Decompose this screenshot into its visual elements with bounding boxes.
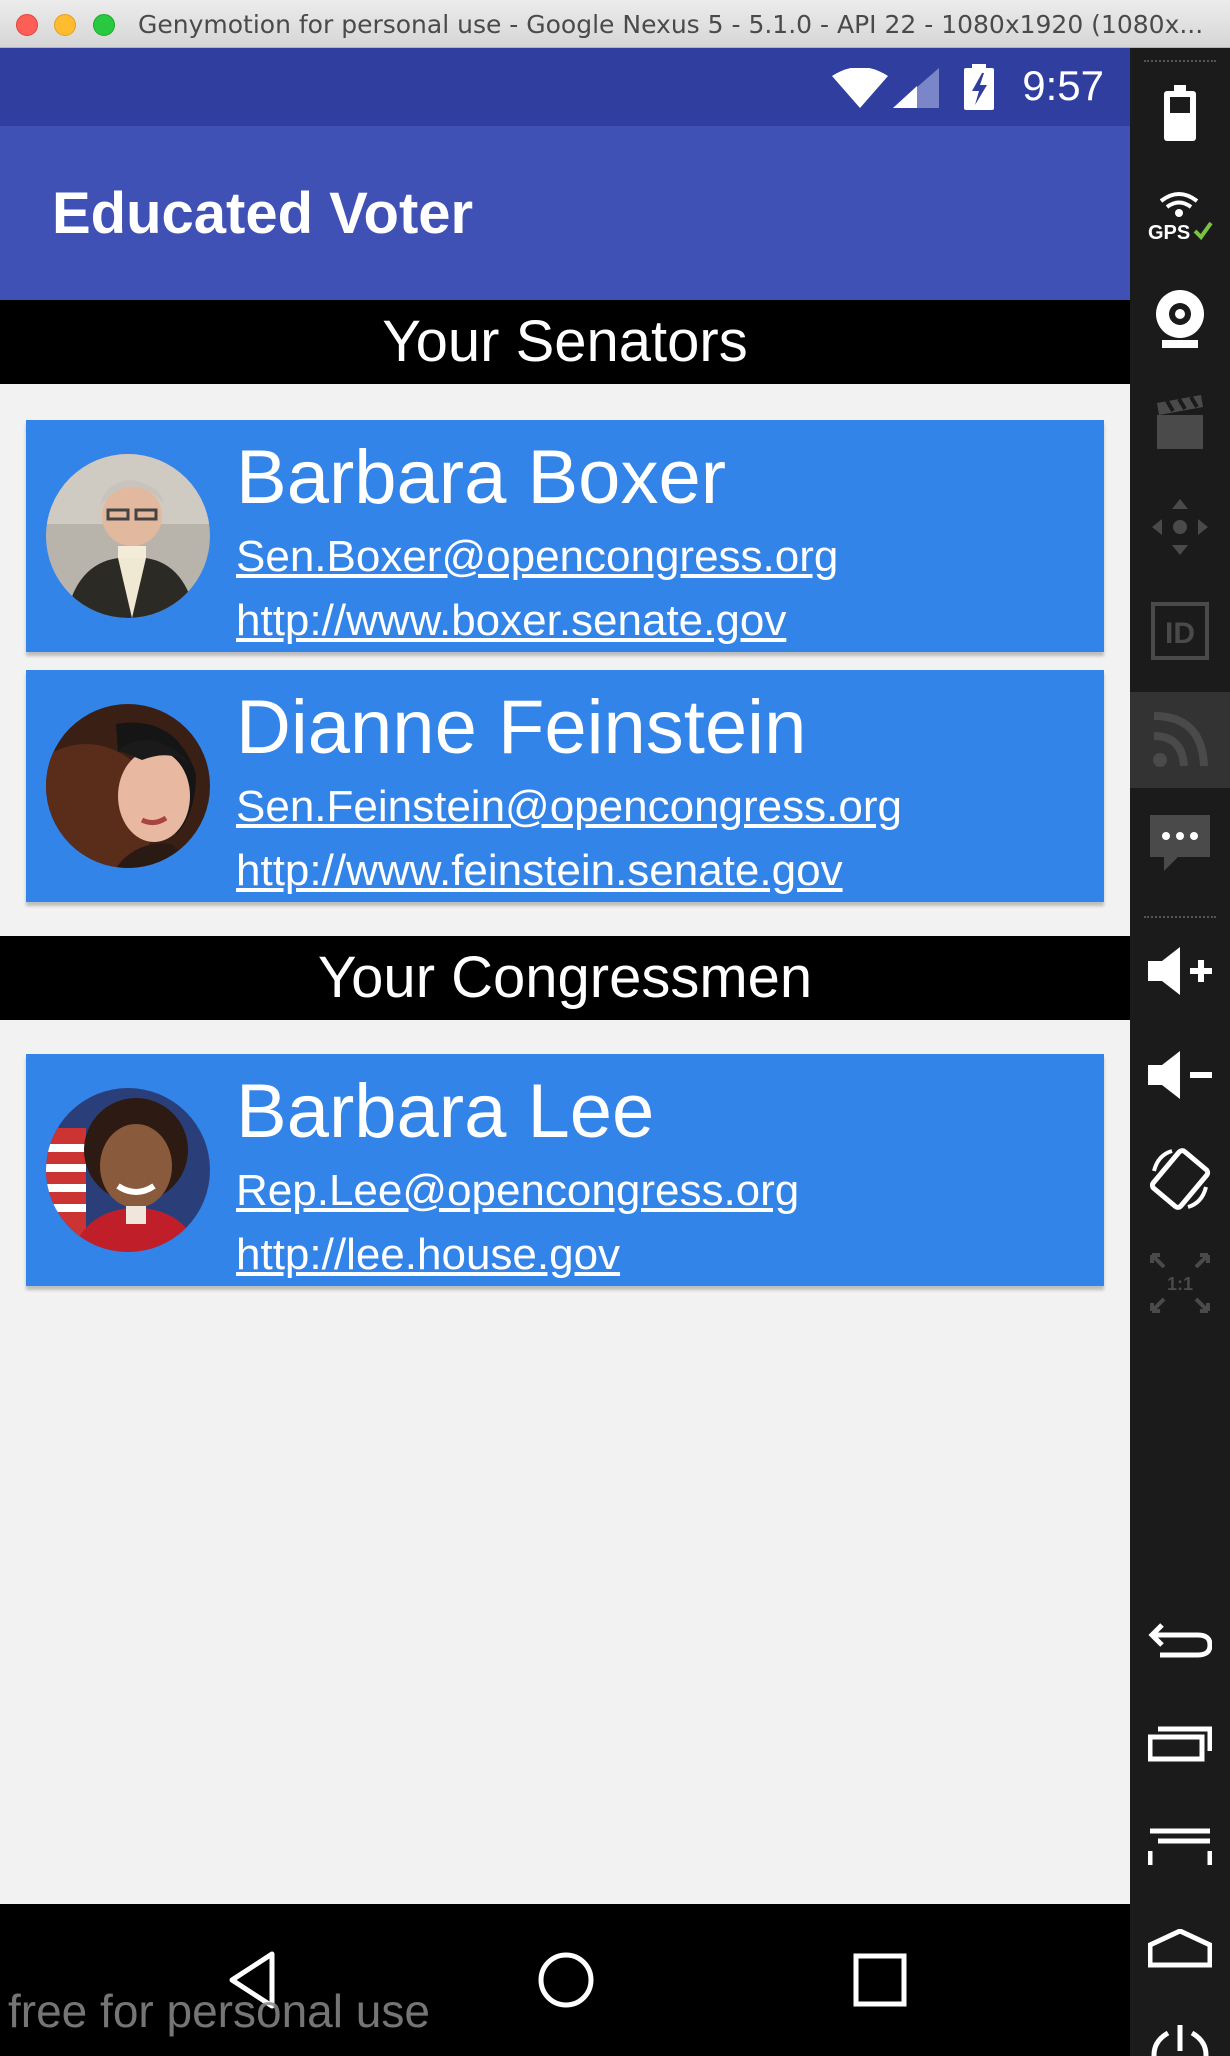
- website-link[interactable]: http://www.feinstein.senate.gov: [236, 846, 843, 896]
- home-icon[interactable]: [1130, 1904, 1230, 1994]
- email-link[interactable]: Sen.Boxer@opencongress.org: [236, 532, 838, 582]
- dpad-icon[interactable]: [1130, 482, 1230, 572]
- email-link[interactable]: Sen.Feinstein@opencongress.org: [236, 782, 902, 832]
- website-link[interactable]: http://lee.house.gov: [236, 1230, 620, 1280]
- window-title-bar: Genymotion for personal use - Google Nex…: [0, 0, 1230, 48]
- menu-icon[interactable]: [1130, 1802, 1230, 1892]
- home-icon[interactable]: [534, 1948, 598, 2012]
- back-icon[interactable]: [1130, 1594, 1230, 1684]
- app-title: Educated Voter: [52, 181, 474, 246]
- window-minimize-button[interactable]: [54, 14, 76, 36]
- senator-card-boxer[interactable]: Barbara Boxer Sen.Boxer@opencongress.org…: [26, 420, 1104, 652]
- cell-signal-icon: [893, 68, 939, 108]
- emulator-sidebar: GPS ID 1:1: [1130, 48, 1230, 2056]
- congressman-card-lee[interactable]: Barbara Lee Rep.Lee@opencongress.org htt…: [26, 1054, 1104, 1286]
- senator-card-feinstein[interactable]: Dianne Feinstein Sen.Feinstein@opencongr…: [26, 670, 1104, 902]
- volume-up-icon[interactable]: [1130, 926, 1230, 1016]
- wifi-icon: [832, 68, 888, 108]
- status-time: 9:57: [1022, 62, 1104, 109]
- representative-name: Barbara Boxer: [236, 435, 727, 520]
- recent-apps-icon[interactable]: [1130, 1698, 1230, 1788]
- congressmen-section-header: Your Congressmen: [0, 936, 1130, 1020]
- pixel-perfect-icon[interactable]: 1:1: [1130, 1238, 1230, 1328]
- status-bar: 9:57: [0, 48, 1130, 126]
- scale-label: 1:1: [1167, 1274, 1193, 1294]
- watermark: free for personal use: [8, 1985, 430, 2037]
- senator-photo-icon: [46, 454, 210, 618]
- avatar: [46, 454, 210, 618]
- webcam-icon[interactable]: [1130, 274, 1230, 364]
- divider: [1144, 916, 1216, 918]
- volume-down-icon[interactable]: [1130, 1030, 1230, 1120]
- avatar: [46, 1088, 210, 1252]
- device-screen: 9:57 Educated Voter Your Senators Barbar…: [0, 48, 1130, 1904]
- gps-label: GPS: [1148, 222, 1190, 244]
- divider: [1144, 60, 1216, 62]
- avatar: [46, 704, 210, 868]
- representative-name: Barbara Lee: [236, 1069, 655, 1154]
- email-link[interactable]: Rep.Lee@opencongress.org: [236, 1166, 799, 1216]
- app-bar: Educated Voter: [0, 126, 1130, 300]
- sms-icon[interactable]: [1130, 798, 1230, 888]
- window-title: Genymotion for personal use - Google Nex…: [138, 10, 1204, 39]
- window-close-button[interactable]: [16, 14, 38, 36]
- power-icon[interactable]: [1130, 2006, 1230, 2056]
- battery-charging-icon: [964, 64, 994, 110]
- recents-icon[interactable]: [848, 1948, 912, 2012]
- network-rss-icon[interactable]: [1130, 692, 1230, 788]
- website-link[interactable]: http://www.boxer.senate.gov: [236, 596, 786, 646]
- device-id-icon[interactable]: ID: [1130, 586, 1230, 676]
- screencast-icon[interactable]: [1130, 378, 1230, 468]
- senator-photo-icon: [46, 704, 210, 868]
- battery-icon[interactable]: [1130, 68, 1230, 158]
- congressman-photo-icon: [46, 1088, 210, 1252]
- id-label: ID: [1165, 617, 1195, 650]
- window-zoom-button[interactable]: [93, 14, 115, 36]
- rotate-icon[interactable]: [1130, 1134, 1230, 1224]
- gps-icon[interactable]: GPS: [1130, 170, 1230, 260]
- senators-section-header: Your Senators: [0, 300, 1130, 384]
- representative-name: Dianne Feinstein: [236, 685, 807, 770]
